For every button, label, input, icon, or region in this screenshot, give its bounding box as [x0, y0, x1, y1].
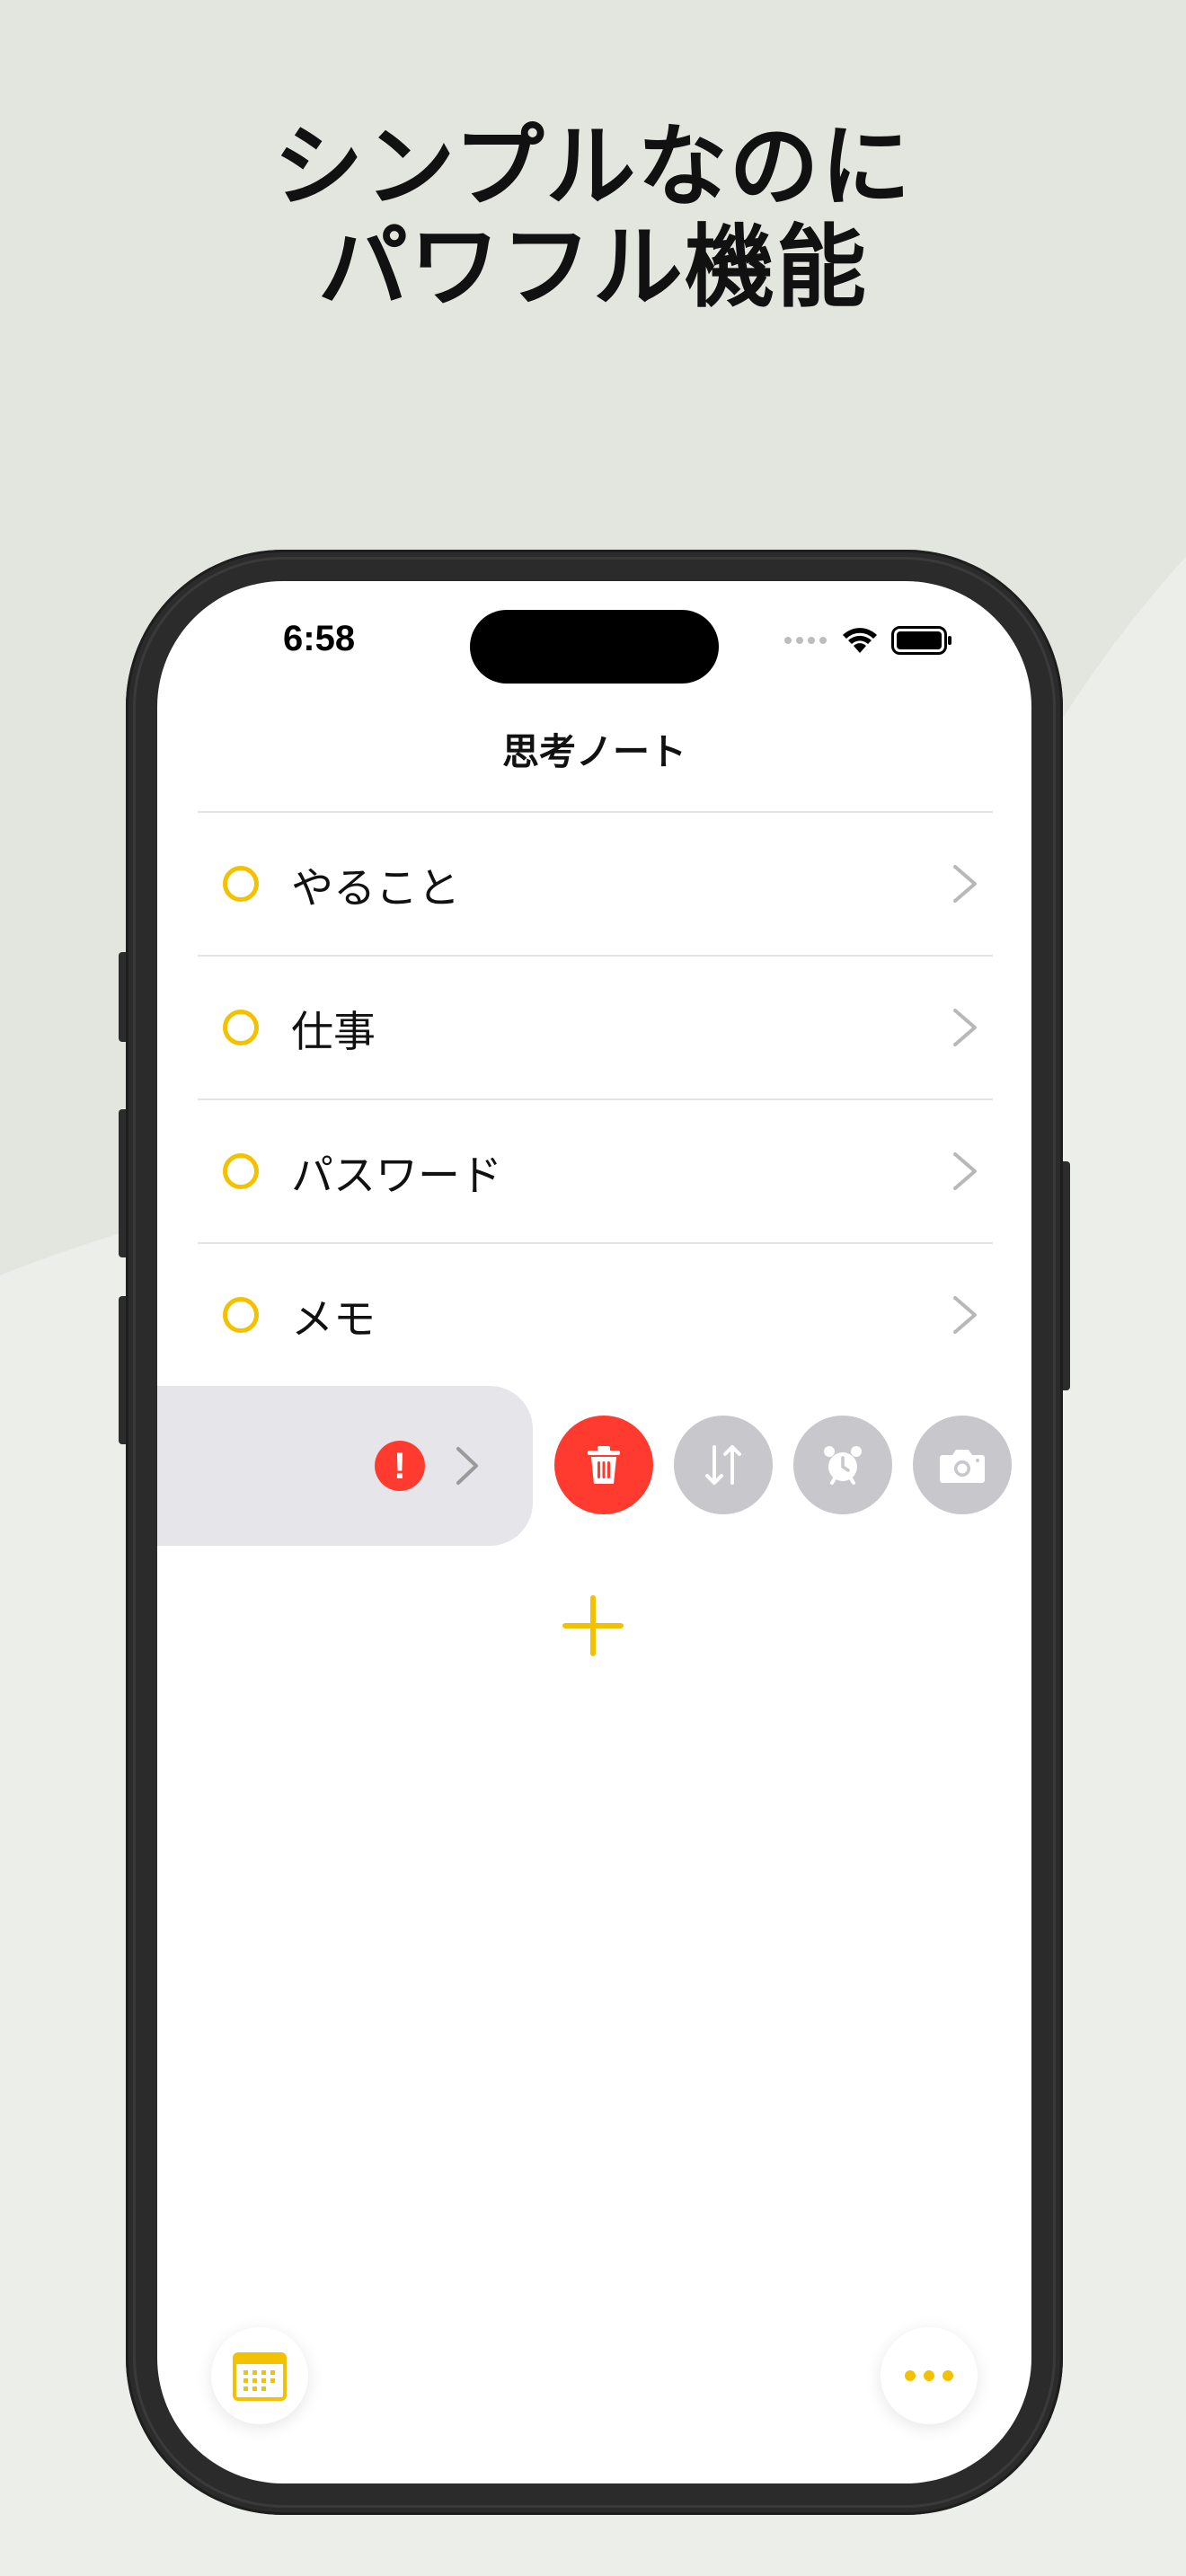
- chevron-right-icon: [953, 1152, 977, 1190]
- chevron-right-icon: [953, 865, 977, 903]
- chevron-right-icon: [953, 1009, 977, 1046]
- add-item-button[interactable]: [560, 1592, 626, 1659]
- calendar-button[interactable]: [211, 2327, 308, 2424]
- trash-icon: [588, 1446, 620, 1484]
- circle-icon: [223, 1297, 259, 1333]
- circle-icon: [223, 1010, 259, 1045]
- headline-line-2: パワフル機能: [318, 215, 868, 320]
- list-item-label: 仕事: [291, 1007, 376, 1057]
- list-item[interactable]: やること: [198, 813, 993, 957]
- cellular-signal-icon: [784, 637, 827, 644]
- app-store-screenshot: { "headline": { "line1": "シンプルなのに", "lin…: [0, 0, 1186, 2576]
- alert-badge: !: [375, 1441, 425, 1491]
- list-item-label: パスワード: [291, 1151, 502, 1201]
- list-item[interactable]: 仕事: [198, 957, 993, 1100]
- page-title: 思考ノート: [502, 730, 686, 773]
- headline-line-1: シンプルなのに: [273, 114, 913, 219]
- status-indicators: [783, 626, 952, 655]
- reorder-icon: [705, 1445, 741, 1485]
- reminder-button[interactable]: [793, 1416, 892, 1514]
- chevron-right-icon: [953, 1296, 977, 1334]
- camera-icon: [940, 1450, 985, 1483]
- chevron-right-icon: [456, 1447, 478, 1485]
- note-list: やること 仕事 パスワード メモ: [198, 811, 993, 1386]
- list-item-label: やること: [291, 863, 460, 913]
- circle-icon: [223, 866, 259, 902]
- wifi-icon: [843, 628, 877, 653]
- more-options-button[interactable]: [881, 2327, 978, 2424]
- list-item[interactable]: パスワード: [198, 1100, 993, 1244]
- dynamic-island: [470, 610, 719, 684]
- circle-icon: [223, 1153, 259, 1189]
- reorder-button[interactable]: [674, 1416, 773, 1514]
- marketing-headline: シンプルなのに パワフル機能: [0, 117, 1186, 318]
- alarm-icon: [824, 1446, 862, 1485]
- swiped-list-item[interactable]: !: [157, 1386, 533, 1546]
- phone-screen: 6:58 思考ノート やること 仕事 パスワード メモ !: [157, 581, 1031, 2483]
- list-item[interactable]: メモ: [198, 1244, 993, 1386]
- calendar-icon: [233, 2352, 287, 2401]
- status-time: 6:58: [283, 619, 356, 658]
- list-item-label: メモ: [291, 1294, 376, 1345]
- camera-button[interactable]: [913, 1416, 1012, 1514]
- more-icon: [905, 2370, 953, 2381]
- battery-icon: [891, 626, 951, 655]
- delete-button[interactable]: [554, 1416, 653, 1514]
